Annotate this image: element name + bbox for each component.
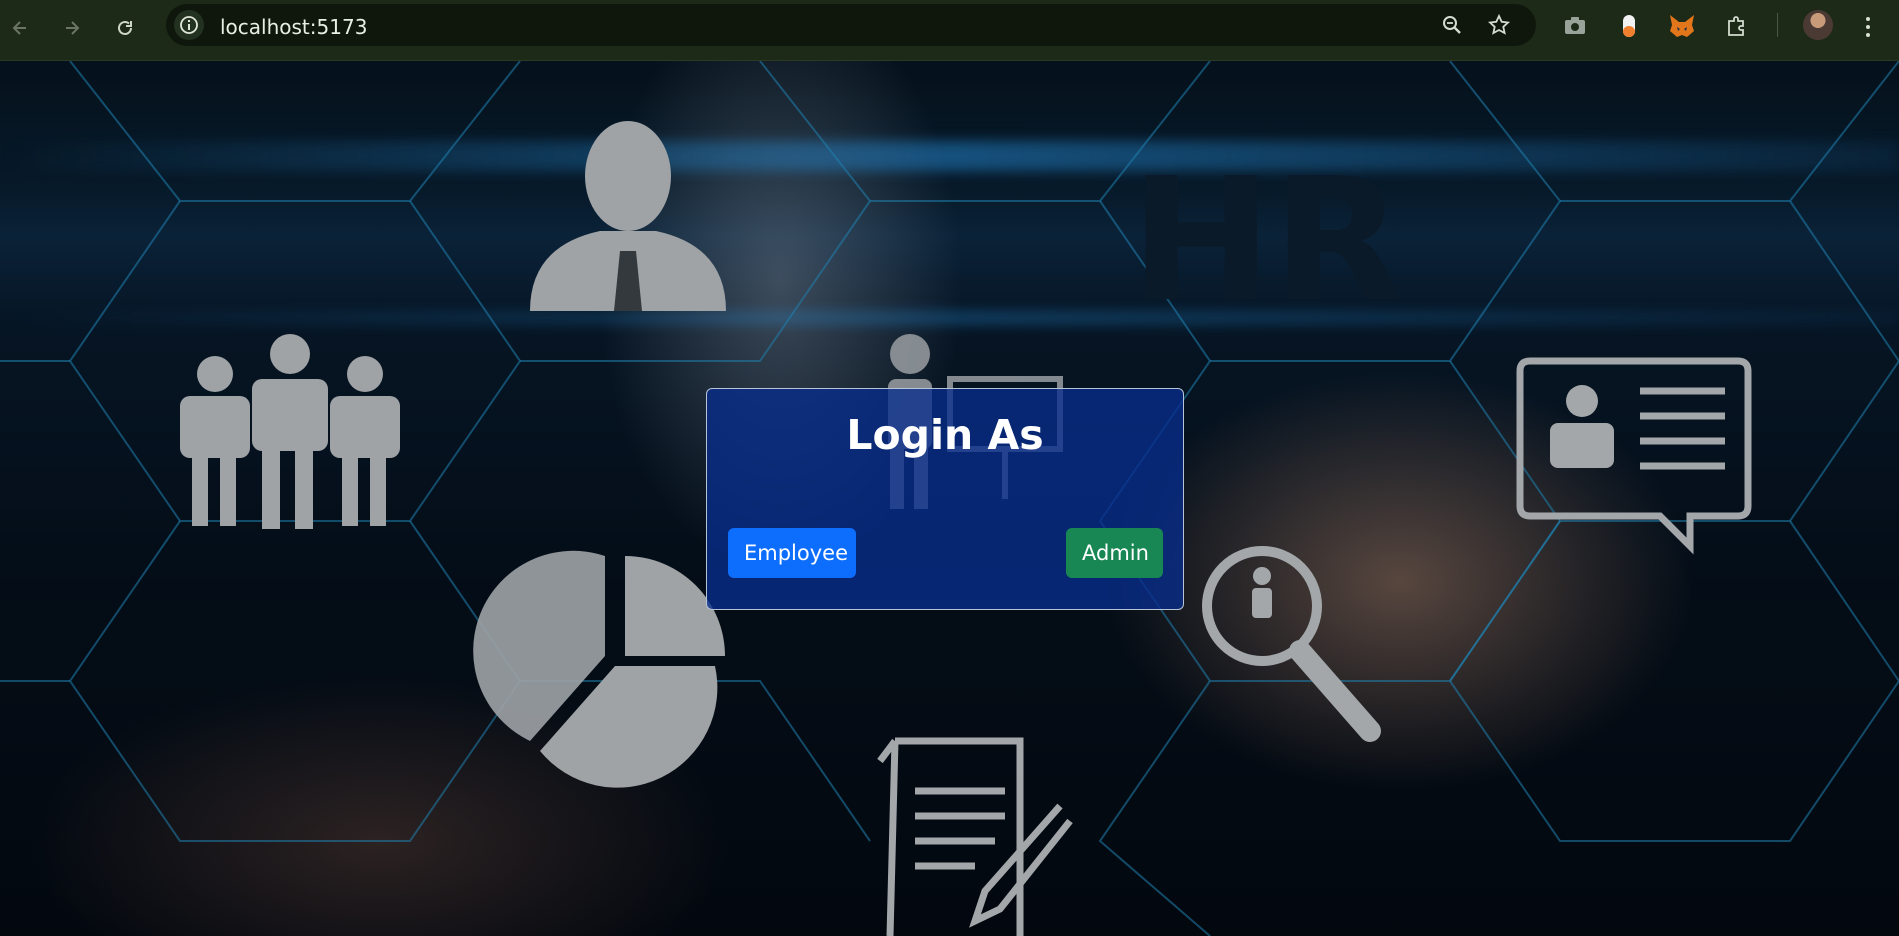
reload-button[interactable] bbox=[107, 10, 143, 46]
pie-chart-icon bbox=[473, 550, 725, 788]
zoom-button[interactable] bbox=[1439, 12, 1465, 38]
businessman-icon bbox=[530, 121, 726, 311]
extensions-button[interactable] bbox=[1722, 11, 1752, 41]
forward-button[interactable] bbox=[54, 10, 90, 46]
back-arrow-icon bbox=[12, 21, 26, 35]
browser-menu-button[interactable] bbox=[1858, 12, 1878, 42]
fox-icon bbox=[1670, 15, 1694, 37]
zoom-icon bbox=[1443, 16, 1461, 34]
url-text[interactable]: localhost:5173 bbox=[220, 15, 367, 39]
hr-banner-text: HR bbox=[1130, 142, 1403, 340]
info-icon bbox=[180, 16, 198, 34]
browser-toolbar: localhost:5173 bbox=[0, 0, 1899, 61]
capsule-extension[interactable] bbox=[1614, 11, 1644, 41]
bookmark-button[interactable] bbox=[1486, 12, 1512, 38]
profile-person-icon bbox=[1550, 385, 1614, 468]
login-title: Login As bbox=[846, 411, 1044, 459]
admin-login-button[interactable]: Admin bbox=[1066, 528, 1163, 578]
site-info-button[interactable] bbox=[174, 10, 204, 40]
screenshot-extension[interactable] bbox=[1560, 11, 1590, 41]
reload-icon bbox=[118, 20, 132, 35]
login-card: Login As Employee Admin bbox=[706, 388, 1184, 610]
page-background: HR Login As Employee Admin bbox=[0, 61, 1899, 936]
toolbar-divider bbox=[1777, 13, 1778, 37]
capsule-icon bbox=[1623, 15, 1635, 37]
employee-login-button[interactable]: Employee bbox=[728, 528, 856, 578]
magnifier-person-icon bbox=[1202, 546, 1381, 742]
back-button[interactable] bbox=[2, 10, 38, 46]
document-icon bbox=[877, 737, 1073, 936]
address-bar[interactable]: localhost:5173 bbox=[166, 4, 1536, 46]
avatar[interactable] bbox=[1803, 10, 1833, 40]
puzzle-icon bbox=[1728, 16, 1744, 36]
metamask-extension[interactable] bbox=[1667, 11, 1697, 41]
team-icon bbox=[180, 334, 400, 529]
more-vert-icon bbox=[1866, 17, 1870, 37]
camera-icon bbox=[1565, 17, 1585, 34]
star-icon bbox=[1488, 14, 1510, 35]
forward-arrow-icon bbox=[66, 21, 80, 35]
